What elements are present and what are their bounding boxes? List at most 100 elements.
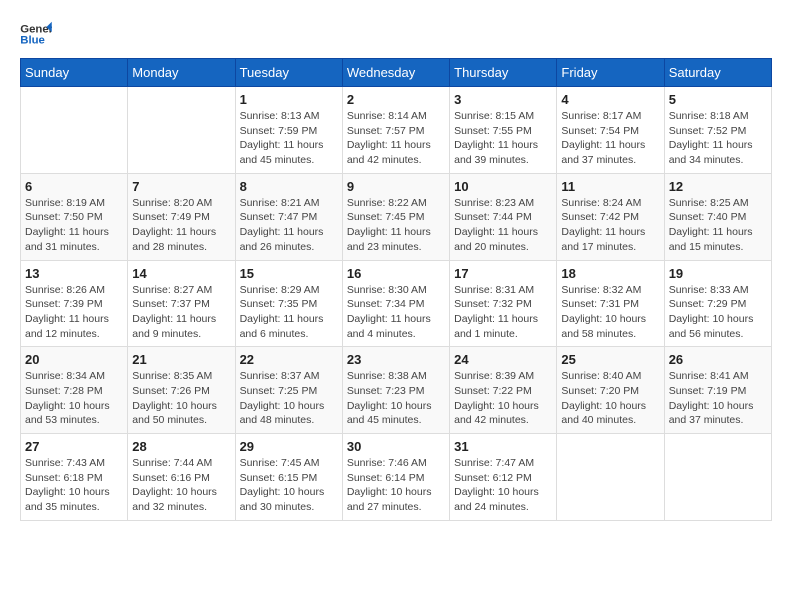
day-number: 23	[347, 352, 445, 367]
calendar-cell: 9Sunrise: 8:22 AM Sunset: 7:45 PM Daylig…	[342, 173, 449, 260]
day-of-week-header: Saturday	[664, 59, 771, 87]
calendar-cell: 27Sunrise: 7:43 AM Sunset: 6:18 PM Dayli…	[21, 434, 128, 521]
day-number: 17	[454, 266, 552, 281]
day-number: 10	[454, 179, 552, 194]
calendar-cell: 15Sunrise: 8:29 AM Sunset: 7:35 PM Dayli…	[235, 260, 342, 347]
day-number: 29	[240, 439, 338, 454]
day-detail: Sunrise: 8:34 AM Sunset: 7:28 PM Dayligh…	[25, 369, 123, 428]
calendar-cell: 8 Sunrise: 8:21 AM Sunset: 7:47 PM Daylig…	[235, 173, 342, 260]
day-number: 12	[669, 179, 767, 194]
day-detail: Sunrise: 8:24 AM Sunset: 7:42 PM Dayligh…	[561, 196, 659, 255]
day-of-week-header: Tuesday	[235, 59, 342, 87]
day-detail: Sunrise: 8:41 AM Sunset: 7:19 PM Dayligh…	[669, 369, 767, 428]
calendar-cell: 24 Sunrise: 8:39 AM Sunset: 7:22 PM Dayli…	[450, 347, 557, 434]
day-detail: Sunrise: 8:33 AM Sunset: 7:29 PM Dayligh…	[669, 283, 767, 342]
calendar-cell: 7Sunrise: 8:20 AM Sunset: 7:49 PM Daylig…	[128, 173, 235, 260]
calendar-week-row: 1 Sunrise: 8:13 AM Sunset: 7:59 PM Daylig…	[21, 87, 772, 174]
calendar-cell	[128, 87, 235, 174]
day-detail: Sunrise: 7:43 AM Sunset: 6:18 PM Dayligh…	[25, 456, 123, 515]
day-number: 20	[25, 352, 123, 367]
day-number: 1	[240, 92, 338, 107]
day-number: 13	[25, 266, 123, 281]
day-detail: Sunrise: 8:15 AM Sunset: 7:55 PM Dayligh…	[454, 109, 552, 168]
day-of-week-header: Sunday	[21, 59, 128, 87]
day-number: 8	[240, 179, 338, 194]
calendar-cell: 19Sunrise: 8:33 AM Sunset: 7:29 PM Dayli…	[664, 260, 771, 347]
calendar-week-row: 27Sunrise: 7:43 AM Sunset: 6:18 PM Dayli…	[21, 434, 772, 521]
page-header: General Blue	[20, 20, 772, 48]
calendar-cell: 17Sunrise: 8:31 AM Sunset: 7:32 PM Dayli…	[450, 260, 557, 347]
day-detail: Sunrise: 8:21 AM Sunset: 7:47 PM Dayligh…	[240, 196, 338, 255]
day-of-week-header: Wednesday	[342, 59, 449, 87]
calendar-cell: 5 Sunrise: 8:18 AM Sunset: 7:52 PM Daylig…	[664, 87, 771, 174]
day-detail: Sunrise: 8:27 AM Sunset: 7:37 PM Dayligh…	[132, 283, 230, 342]
day-detail: Sunrise: 8:19 AM Sunset: 7:50 PM Dayligh…	[25, 196, 123, 255]
day-detail: Sunrise: 8:18 AM Sunset: 7:52 PM Dayligh…	[669, 109, 767, 168]
calendar-cell: 31 Sunrise: 7:47 AM Sunset: 6:12 PM Dayli…	[450, 434, 557, 521]
calendar-header-row: SundayMondayTuesdayWednesdayThursdayFrid…	[21, 59, 772, 87]
day-detail: Sunrise: 8:26 AM Sunset: 7:39 PM Dayligh…	[25, 283, 123, 342]
calendar-cell: 1 Sunrise: 8:13 AM Sunset: 7:59 PM Daylig…	[235, 87, 342, 174]
logo-icon: General Blue	[20, 20, 52, 48]
day-number: 26	[669, 352, 767, 367]
day-detail: Sunrise: 8:38 AM Sunset: 7:23 PM Dayligh…	[347, 369, 445, 428]
calendar-table: SundayMondayTuesdayWednesdayThursdayFrid…	[20, 58, 772, 521]
day-detail: Sunrise: 7:45 AM Sunset: 6:15 PM Dayligh…	[240, 456, 338, 515]
day-detail: Sunrise: 8:30 AM Sunset: 7:34 PM Dayligh…	[347, 283, 445, 342]
day-detail: Sunrise: 7:46 AM Sunset: 6:14 PM Dayligh…	[347, 456, 445, 515]
calendar-cell	[664, 434, 771, 521]
calendar-week-row: 6Sunrise: 8:19 AM Sunset: 7:50 PM Daylig…	[21, 173, 772, 260]
day-number: 2	[347, 92, 445, 107]
calendar-cell: 21Sunrise: 8:35 AM Sunset: 7:26 PM Dayli…	[128, 347, 235, 434]
logo: General Blue	[20, 20, 52, 48]
day-number: 22	[240, 352, 338, 367]
day-number: 30	[347, 439, 445, 454]
calendar-cell: 10 Sunrise: 8:23 AM Sunset: 7:44 PM Dayli…	[450, 173, 557, 260]
calendar-cell: 13 Sunrise: 8:26 AM Sunset: 7:39 PM Dayli…	[21, 260, 128, 347]
day-detail: Sunrise: 8:29 AM Sunset: 7:35 PM Dayligh…	[240, 283, 338, 342]
day-detail: Sunrise: 8:39 AM Sunset: 7:22 PM Dayligh…	[454, 369, 552, 428]
calendar-cell: 3 Sunrise: 8:15 AM Sunset: 7:55 PM Daylig…	[450, 87, 557, 174]
svg-text:General: General	[20, 23, 52, 35]
day-of-week-header: Monday	[128, 59, 235, 87]
svg-text:Blue: Blue	[20, 35, 45, 47]
calendar-cell	[21, 87, 128, 174]
day-detail: Sunrise: 8:13 AM Sunset: 7:59 PM Dayligh…	[240, 109, 338, 168]
day-detail: Sunrise: 8:17 AM Sunset: 7:54 PM Dayligh…	[561, 109, 659, 168]
calendar-cell: 6Sunrise: 8:19 AM Sunset: 7:50 PM Daylig…	[21, 173, 128, 260]
calendar-cell: 20 Sunrise: 8:34 AM Sunset: 7:28 PM Dayli…	[21, 347, 128, 434]
calendar-cell: 22 Sunrise: 8:37 AM Sunset: 7:25 PM Dayli…	[235, 347, 342, 434]
day-detail: Sunrise: 8:35 AM Sunset: 7:26 PM Dayligh…	[132, 369, 230, 428]
day-number: 31	[454, 439, 552, 454]
calendar-cell: 30 Sunrise: 7:46 AM Sunset: 6:14 PM Dayli…	[342, 434, 449, 521]
day-detail: Sunrise: 8:20 AM Sunset: 7:49 PM Dayligh…	[132, 196, 230, 255]
calendar-cell: 26 Sunrise: 8:41 AM Sunset: 7:19 PM Dayli…	[664, 347, 771, 434]
calendar-cell: 4Sunrise: 8:17 AM Sunset: 7:54 PM Daylig…	[557, 87, 664, 174]
day-number: 14	[132, 266, 230, 281]
day-detail: Sunrise: 8:14 AM Sunset: 7:57 PM Dayligh…	[347, 109, 445, 168]
calendar-cell: 12 Sunrise: 8:25 AM Sunset: 7:40 PM Dayli…	[664, 173, 771, 260]
calendar-cell: 25 Sunrise: 8:40 AM Sunset: 7:20 PM Dayli…	[557, 347, 664, 434]
day-of-week-header: Friday	[557, 59, 664, 87]
calendar-cell: 16 Sunrise: 8:30 AM Sunset: 7:34 PM Dayli…	[342, 260, 449, 347]
day-number: 9	[347, 179, 445, 194]
day-of-week-header: Thursday	[450, 59, 557, 87]
calendar-cell: 14 Sunrise: 8:27 AM Sunset: 7:37 PM Dayli…	[128, 260, 235, 347]
day-number: 25	[561, 352, 659, 367]
calendar-cell: 29 Sunrise: 7:45 AM Sunset: 6:15 PM Dayli…	[235, 434, 342, 521]
day-detail: Sunrise: 8:40 AM Sunset: 7:20 PM Dayligh…	[561, 369, 659, 428]
calendar-cell: 23 Sunrise: 8:38 AM Sunset: 7:23 PM Dayli…	[342, 347, 449, 434]
day-detail: Sunrise: 8:37 AM Sunset: 7:25 PM Dayligh…	[240, 369, 338, 428]
day-detail: Sunrise: 8:23 AM Sunset: 7:44 PM Dayligh…	[454, 196, 552, 255]
day-number: 16	[347, 266, 445, 281]
day-number: 3	[454, 92, 552, 107]
day-number: 28	[132, 439, 230, 454]
day-detail: Sunrise: 8:25 AM Sunset: 7:40 PM Dayligh…	[669, 196, 767, 255]
calendar-cell: 28Sunrise: 7:44 AM Sunset: 6:16 PM Dayli…	[128, 434, 235, 521]
day-number: 24	[454, 352, 552, 367]
day-detail: Sunrise: 7:47 AM Sunset: 6:12 PM Dayligh…	[454, 456, 552, 515]
calendar-cell: 2 Sunrise: 8:14 AM Sunset: 7:57 PM Daylig…	[342, 87, 449, 174]
calendar-week-row: 20 Sunrise: 8:34 AM Sunset: 7:28 PM Dayli…	[21, 347, 772, 434]
day-number: 5	[669, 92, 767, 107]
day-number: 11	[561, 179, 659, 194]
